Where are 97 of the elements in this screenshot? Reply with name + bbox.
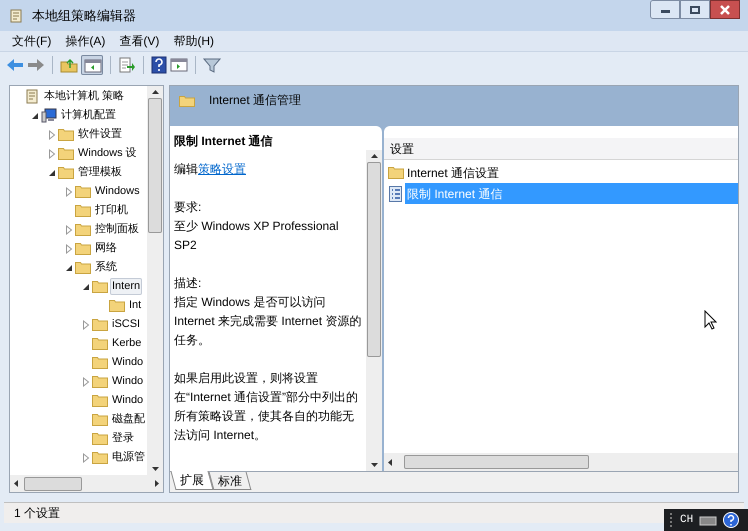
help-icon[interactable] <box>151 56 167 74</box>
back-icon[interactable] <box>6 56 24 72</box>
scroll-icon <box>24 89 40 104</box>
folder-icon <box>92 355 108 370</box>
close-icon <box>720 4 730 14</box>
folder-icon <box>92 374 108 389</box>
tab[interactable]: 扩展 <box>170 471 214 490</box>
scroll-arrow-icon[interactable] <box>370 463 378 467</box>
expand-icon[interactable] <box>80 376 92 386</box>
expand-icon[interactable] <box>46 148 58 158</box>
expand-icon[interactable] <box>63 224 75 234</box>
folder-icon <box>92 412 108 427</box>
tree-item[interactable]: 管理模板 <box>76 164 124 181</box>
description-text: 如果启用此设置，则将设置在“Internet 通信设置”部分中列出的所有策略设置，使其各自的功能无法访问 Internet。 <box>174 370 360 444</box>
tree-item[interactable]: Windows 设 <box>76 145 139 162</box>
folder-icon <box>58 127 74 142</box>
folder-icon <box>75 241 91 256</box>
window-icon[interactable] <box>170 56 188 72</box>
setting-title: 限制 Internet 通信 <box>173 133 274 150</box>
folder-icon <box>58 165 74 180</box>
panel-icon[interactable] <box>81 54 103 74</box>
tree-item[interactable]: Windows <box>93 183 142 200</box>
folder-icon <box>92 279 108 294</box>
language-code[interactable]: CH <box>680 512 694 528</box>
tree-item[interactable]: Windo <box>110 373 146 390</box>
menu-item[interactable]: 查看(V) <box>113 32 166 50</box>
expand-icon[interactable] <box>63 186 75 196</box>
tree-item[interactable]: 登录 <box>110 430 136 447</box>
expand-icon[interactable] <box>63 244 75 254</box>
folder-icon <box>75 203 91 218</box>
scroll-arrow-icon[interactable] <box>370 154 378 158</box>
horizontal-scrollbar[interactable] <box>384 453 738 471</box>
expand-icon[interactable] <box>46 130 58 140</box>
description-text: 至少 Windows XP Professional SP2 <box>174 218 340 254</box>
folder-icon <box>75 184 91 199</box>
tree-item[interactable]: 打印机 <box>93 202 130 219</box>
tree-item[interactable]: 软件设置 <box>76 126 124 143</box>
folder-icon <box>179 94 195 106</box>
computer-icon <box>41 108 57 123</box>
folder-icon <box>388 164 404 180</box>
folder-up-icon[interactable] <box>60 56 78 72</box>
tree-item[interactable]: Int <box>127 297 144 314</box>
tree-item[interactable]: 电源管 <box>110 449 147 466</box>
vertical-scrollbar[interactable] <box>147 86 163 475</box>
header-title: Internet 通信管理 <box>209 92 302 109</box>
policy-link[interactable]: 策略设置 <box>198 162 246 176</box>
pointer-icon <box>704 310 717 330</box>
scroll-arrow-icon[interactable] <box>152 90 158 94</box>
folder-icon <box>92 393 108 408</box>
folder-icon <box>75 222 91 237</box>
tree-item[interactable]: iSCSI <box>110 316 142 333</box>
tree-item[interactable]: 系统 <box>93 259 119 276</box>
tree-item[interactable]: Intern <box>110 278 142 295</box>
tree-item[interactable]: 网络 <box>93 240 119 257</box>
window-title: 本地组策略编辑器 <box>32 6 136 25</box>
export-icon[interactable] <box>118 56 136 72</box>
scroll-arrow-icon[interactable] <box>14 480 18 487</box>
maximize-button[interactable] <box>680 0 710 19</box>
expand-icon[interactable] <box>80 320 92 330</box>
tree-item[interactable]: Windo <box>110 354 146 371</box>
scroll-arrow-icon[interactable] <box>388 458 392 466</box>
tree-item[interactable]: 控制面板 <box>93 221 141 238</box>
folder-icon <box>92 317 108 332</box>
list-item[interactable]: Internet 通信设置 <box>405 162 738 183</box>
menu-item[interactable]: 操作(A) <box>59 32 112 50</box>
expand-icon[interactable] <box>80 452 92 462</box>
scroll-arrow-icon[interactable] <box>152 467 158 471</box>
tree-item[interactable]: 磁盘配 <box>110 411 147 428</box>
minimize-button[interactable] <box>650 0 680 19</box>
description-text: 描述: <box>174 275 202 292</box>
close-button[interactable] <box>710 0 740 19</box>
scroll-icon <box>8 8 24 24</box>
description-text: 指定 Windows 是否可以访问 Internet 来完成需要 Internet 资源的任务。 <box>174 294 362 349</box>
folder-icon <box>92 450 108 465</box>
scroll-arrow-icon[interactable] <box>155 480 159 487</box>
folder-icon <box>109 298 125 313</box>
vertical-scrollbar[interactable] <box>366 150 382 471</box>
tab[interactable]: 标准 <box>208 472 252 490</box>
description-text: 要求: <box>174 199 202 216</box>
forward-icon[interactable] <box>27 56 45 72</box>
tree-item[interactable]: 计算机配置 <box>59 107 118 124</box>
folder-icon <box>58 146 74 161</box>
edit-label: 编辑 <box>174 162 198 176</box>
folder-icon <box>75 260 91 275</box>
status-text: 1 个设置 <box>14 505 60 522</box>
folder-icon <box>92 431 108 446</box>
folder-icon <box>92 336 108 351</box>
tree-item[interactable]: Windo <box>110 392 146 409</box>
keyboard-icon[interactable] <box>699 514 718 526</box>
setting-icon <box>388 186 404 202</box>
menu-item[interactable]: 文件(F) <box>6 32 58 50</box>
horizontal-scrollbar[interactable] <box>10 475 163 492</box>
tree-item[interactable]: 本地计算机 策略 <box>42 88 126 105</box>
tree-item[interactable]: Kerbe <box>110 335 144 352</box>
filter-icon[interactable] <box>203 56 221 72</box>
column-header[interactable]: 设置 <box>384 138 738 160</box>
menu-item[interactable]: 帮助(H) <box>167 32 220 50</box>
